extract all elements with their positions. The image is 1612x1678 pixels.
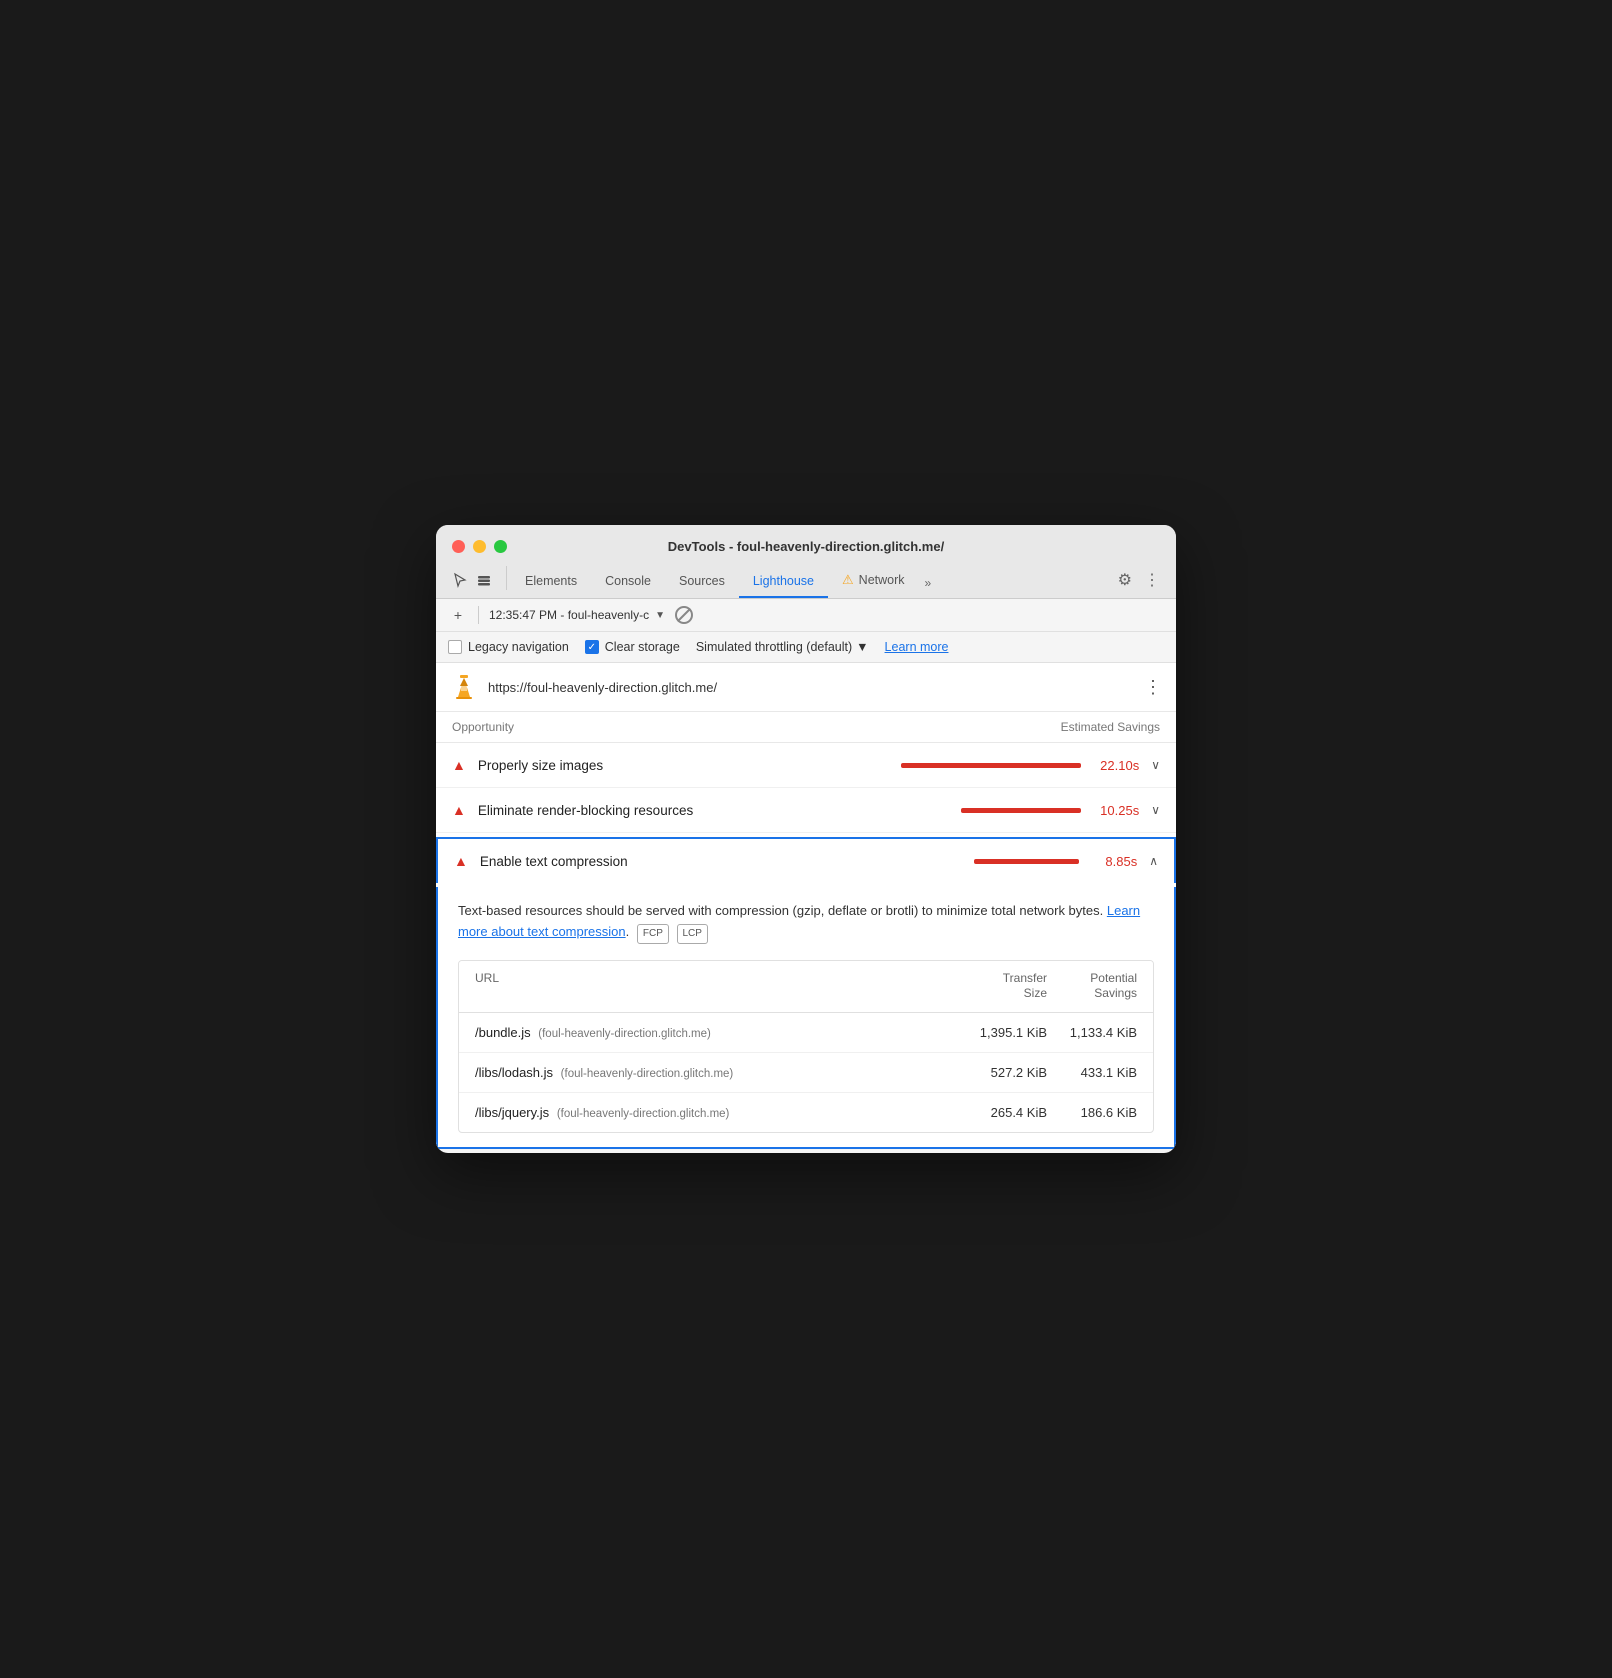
expanded-detail-section: Text-based resources should be served wi…: [436, 887, 1176, 1149]
col-url-header: URL: [475, 971, 957, 1002]
window-controls: [452, 540, 507, 553]
opportunity-label-2: Eliminate render-blocking resources: [478, 803, 949, 818]
row-transfer-2: 527.2 KiB: [957, 1065, 1047, 1080]
lcp-badge: LCP: [677, 924, 708, 944]
layers-icon[interactable]: [476, 572, 494, 590]
savings-bar-3: [974, 859, 1079, 864]
settings-icon[interactable]: ⚙: [1118, 570, 1132, 590]
table-column-headers: Opportunity Estimated Savings: [436, 712, 1176, 743]
opportunity-label-3: Enable text compression: [480, 854, 962, 869]
devtools-window: DevTools - foul-heavenly-direction.glitc…: [436, 525, 1176, 1153]
opportunity-row-3[interactable]: ▲ Enable text compression 8.85s ∧: [436, 837, 1176, 883]
devtools-tabs: Elements Console Sources Lighthouse ⚠ Ne…: [452, 564, 1160, 598]
savings-bar-1: [901, 763, 1081, 768]
toolbar: + 12:35:47 PM - foul-heavenly-c ▼: [436, 599, 1176, 632]
warning-triangle-icon-3: ▲: [454, 853, 468, 869]
savings-value-1: 22.10s: [1089, 758, 1139, 773]
savings-value-2: 10.25s: [1089, 803, 1139, 818]
data-table-header: URL TransferSize PotentialSavings: [459, 961, 1153, 1013]
window-title: DevTools - foul-heavenly-direction.glitc…: [668, 539, 944, 554]
dropdown-arrow-icon: ▼: [655, 610, 665, 621]
throttling-selector[interactable]: Simulated throttling (default) ▼: [696, 640, 869, 654]
timestamp-dropdown[interactable]: 12:35:47 PM - foul-heavenly-c ▼: [489, 608, 665, 622]
row-url-main-1: /bundle.js: [475, 1025, 531, 1040]
url-bar: https://foul-heavenly-direction.glitch.m…: [436, 663, 1176, 712]
table-row-2: /libs/lodash.js (foul-heavenly-direction…: [459, 1053, 1153, 1093]
estimated-savings-header: Estimated Savings: [1061, 720, 1160, 734]
row-url-main-2: /libs/lodash.js: [475, 1065, 553, 1080]
row-transfer-3: 265.4 KiB: [957, 1105, 1047, 1120]
row-url-domain-1: (foul-heavenly-direction.glitch.me): [538, 1028, 711, 1040]
titlebar-top: DevTools - foul-heavenly-direction.glitc…: [452, 539, 1160, 554]
titlebar: DevTools - foul-heavenly-direction.glitc…: [436, 525, 1176, 599]
network-warning-icon: ⚠: [842, 572, 854, 588]
row-url-1: /bundle.js (foul-heavenly-direction.glit…: [475, 1025, 957, 1040]
tab-actions: ⚙ ⋮: [1118, 570, 1160, 598]
minimize-button[interactable]: [473, 540, 486, 553]
timestamp-text: 12:35:47 PM - foul-heavenly-c: [489, 608, 649, 622]
opportunity-header: Opportunity: [452, 720, 514, 734]
clear-storage-label: Clear storage: [605, 640, 680, 654]
clear-storage-checkbox[interactable]: ✓ Clear storage: [585, 640, 680, 654]
fcp-badge: FCP: [637, 924, 669, 944]
legacy-navigation-label: Legacy navigation: [468, 640, 569, 654]
tab-icons: [452, 572, 494, 598]
throttling-text: Simulated throttling (default): [696, 640, 852, 654]
clear-storage-checkbox-box[interactable]: ✓: [585, 640, 599, 654]
close-button[interactable]: [452, 540, 465, 553]
table-row-1: /bundle.js (foul-heavenly-direction.glit…: [459, 1013, 1153, 1053]
row-url-3: /libs/jquery.js (foul-heavenly-direction…: [475, 1105, 957, 1120]
tab-network[interactable]: ⚠ Network: [828, 564, 919, 598]
main-content: https://foul-heavenly-direction.glitch.m…: [436, 663, 1176, 1149]
row-savings-3: 186.6 KiB: [1047, 1105, 1137, 1120]
savings-bar-container-2: 10.25s ∨: [961, 803, 1160, 818]
expanded-description: Text-based resources should be served wi…: [458, 901, 1154, 944]
legacy-navigation-checkbox-box[interactable]: [448, 640, 462, 654]
row-url-domain-2: (foul-heavenly-direction.glitch.me): [561, 1068, 734, 1080]
tab-lighthouse[interactable]: Lighthouse: [739, 566, 828, 598]
tab-separator: [506, 566, 507, 590]
url-text: https://foul-heavenly-direction.glitch.m…: [488, 680, 1134, 695]
options-bar: Legacy navigation ✓ Clear storage Simula…: [436, 632, 1176, 663]
expand-chevron-1[interactable]: ∨: [1151, 758, 1160, 772]
compression-data-table: URL TransferSize PotentialSavings /bundl…: [458, 960, 1154, 1133]
savings-value-3: 8.85s: [1087, 854, 1137, 869]
row-url-domain-3: (foul-heavenly-direction.glitch.me): [557, 1108, 730, 1120]
tab-elements[interactable]: Elements: [511, 566, 591, 598]
tab-console[interactable]: Console: [591, 566, 665, 598]
throttling-arrow-icon: ▼: [856, 640, 868, 654]
more-options-icon[interactable]: ⋮: [1144, 570, 1160, 590]
savings-bar-2: [961, 808, 1081, 813]
table-row-3: /libs/jquery.js (foul-heavenly-direction…: [459, 1093, 1153, 1132]
expand-chevron-2[interactable]: ∨: [1151, 803, 1160, 817]
opportunity-row-1[interactable]: ▲ Properly size images 22.10s ∨: [436, 743, 1176, 788]
savings-bar-container-3: 8.85s ∧: [974, 854, 1158, 869]
url-more-icon[interactable]: ⋮: [1144, 677, 1162, 698]
row-transfer-1: 1,395.1 KiB: [957, 1025, 1047, 1040]
row-url-2: /libs/lodash.js (foul-heavenly-direction…: [475, 1065, 957, 1080]
tab-sources[interactable]: Sources: [665, 566, 739, 598]
warning-triangle-icon-1: ▲: [452, 757, 466, 773]
col-savings-header: PotentialSavings: [1047, 971, 1137, 1002]
collapse-chevron-3[interactable]: ∧: [1149, 854, 1158, 868]
opportunity-row-2[interactable]: ▲ Eliminate render-blocking resources 10…: [436, 788, 1176, 833]
col-transfer-header: TransferSize: [957, 971, 1047, 1002]
row-url-main-3: /libs/jquery.js: [475, 1105, 549, 1120]
warning-triangle-icon-2: ▲: [452, 802, 466, 818]
tab-more-button[interactable]: »: [919, 568, 938, 598]
cursor-icon[interactable]: [452, 572, 470, 590]
learn-more-link[interactable]: Learn more: [885, 640, 949, 654]
no-throttling-icon[interactable]: [675, 606, 693, 624]
opportunity-label-1: Properly size images: [478, 758, 889, 773]
lighthouse-icon: [450, 673, 478, 701]
add-button[interactable]: +: [448, 605, 468, 625]
row-savings-2: 433.1 KiB: [1047, 1065, 1137, 1080]
toolbar-separator: [478, 606, 479, 624]
row-savings-1: 1,133.4 KiB: [1047, 1025, 1137, 1040]
legacy-navigation-checkbox[interactable]: Legacy navigation: [448, 640, 569, 654]
maximize-button[interactable]: [494, 540, 507, 553]
savings-bar-container-1: 22.10s ∨: [901, 758, 1160, 773]
